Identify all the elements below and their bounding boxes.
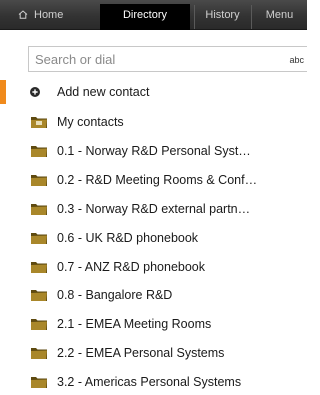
tab-directory[interactable]: Directory	[100, 4, 190, 30]
folder-item[interactable]: 2.2 - EMEA Personal Systems	[30, 341, 307, 365]
tab-home[interactable]: Home	[12, 5, 94, 29]
folder-item-label: 0.3 - Norway R&D external partn…	[57, 201, 251, 216]
home-icon	[18, 10, 28, 19]
folder-icon	[31, 145, 47, 157]
tab-bar: Home Directory History Menu	[0, 0, 307, 30]
add-icon	[30, 87, 40, 97]
folder-item[interactable]: 0.1 - Norway R&D Personal Syst…	[30, 139, 307, 163]
folder-item[interactable]: 0.3 - Norway R&D external partn…	[30, 197, 307, 221]
folder-item-label: My contacts	[57, 115, 124, 129]
folder-item-label: 0.1 - Norway R&D Personal Syst…	[57, 143, 251, 158]
folder-item-label: 2.2 - EMEA Personal Systems	[57, 346, 225, 361]
folder-item[interactable]: 0.6 - UK R&D phonebook	[30, 226, 307, 250]
folder-icon	[31, 261, 47, 273]
folder-icon	[31, 290, 47, 302]
tab-directory-label: Directory	[122, 9, 167, 21]
folder-item[interactable]: 3.2 - Americas Personal Systems	[30, 370, 307, 394]
folder-item[interactable]: 0.7 - ANZ R&D phonebook	[30, 255, 307, 279]
add-new-contact-button[interactable]: Add new contact	[30, 80, 307, 104]
folder-item-label: 0.8 - Bangalore R&D	[57, 288, 173, 303]
add-new-contact-label: Add new contact	[57, 85, 150, 99]
folder-item[interactable]: 2.1 - EMEA Meeting Rooms	[30, 312, 307, 336]
tab-menu-label: Menu	[265, 9, 294, 21]
folder-icon	[31, 203, 47, 215]
folder-item-label: 0.6 - UK R&D phonebook	[57, 230, 199, 245]
search-bar: abc	[28, 46, 307, 72]
tab-history[interactable]: History	[194, 5, 250, 29]
tab-menu[interactable]: Menu	[251, 5, 307, 29]
input-mode-indicator[interactable]: abc	[289, 55, 304, 65]
folder-item-label: 0.2 - R&D Meeting Rooms & Conf…	[57, 172, 258, 187]
folder-item[interactable]: 0.2 - R&D Meeting Rooms & Conf…	[30, 168, 307, 192]
folder-icon	[31, 319, 47, 331]
folder-icon	[31, 348, 47, 360]
contacts-folder-icon	[31, 117, 47, 128]
folder-item[interactable]: 0.8 - Bangalore R&D	[30, 283, 307, 307]
folder-item-label: 2.1 - EMEA Meeting Rooms	[57, 317, 212, 332]
folder-item-label: 3.2 - Americas Personal Systems	[57, 375, 242, 390]
folder-icon	[31, 377, 47, 389]
folder-item-label: 0.7 - ANZ R&D phonebook	[57, 259, 205, 274]
folder-icon	[31, 232, 47, 244]
selection-marker	[0, 80, 6, 104]
tab-history-label: History	[205, 9, 240, 21]
folder-icon	[31, 174, 47, 186]
folder-item[interactable]: My contacts	[30, 110, 307, 134]
tab-home-label: Home	[34, 9, 64, 21]
search-input[interactable]	[35, 50, 275, 68]
